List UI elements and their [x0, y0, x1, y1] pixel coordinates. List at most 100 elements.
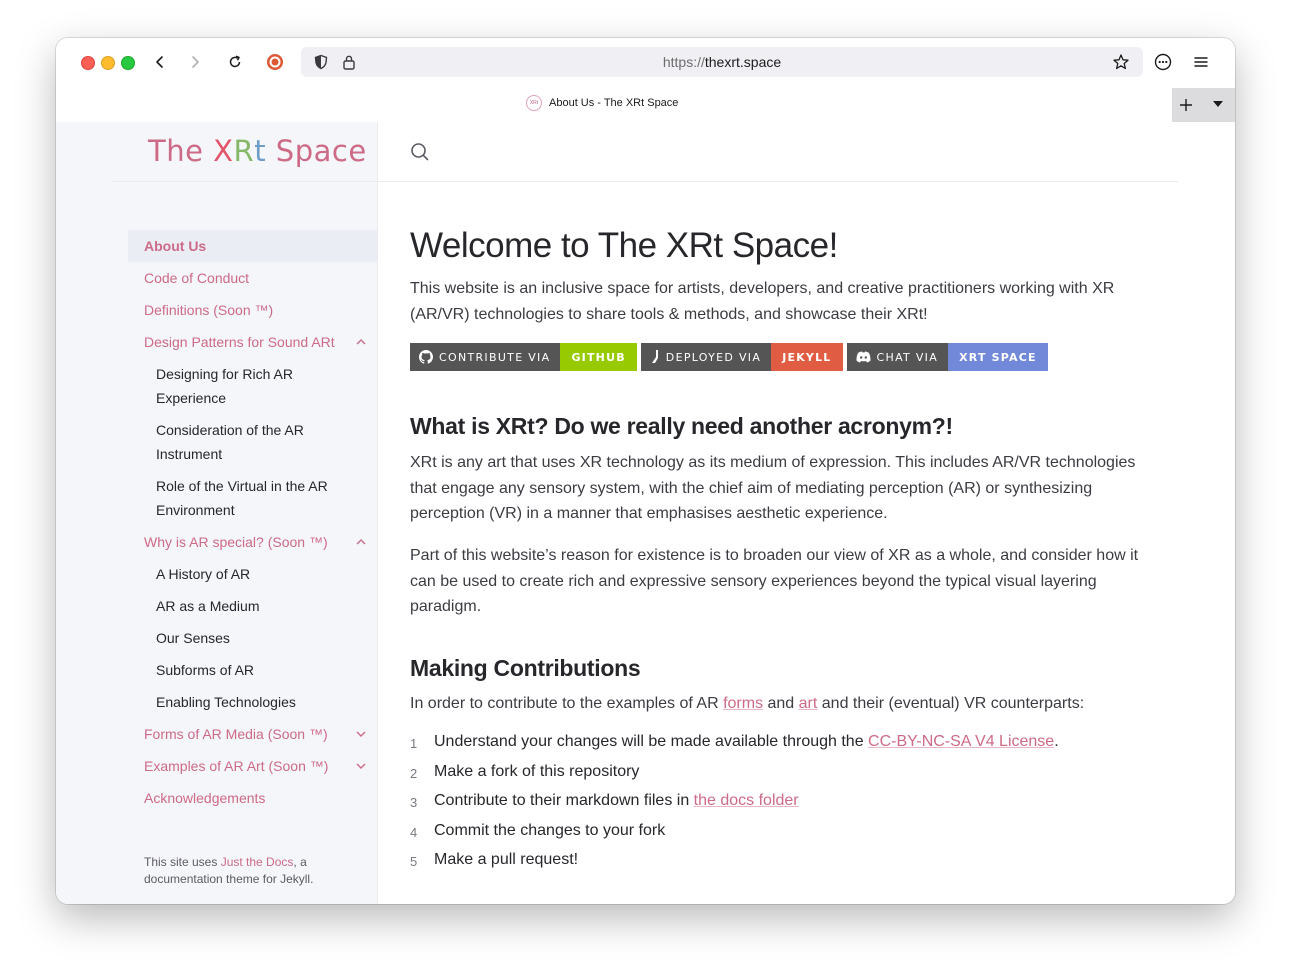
- nav-subitem-ar-instrument[interactable]: Consideration of the AR Instrument: [128, 414, 366, 470]
- discord-icon: [856, 351, 871, 363]
- badge-label: CHAT VIA: [876, 350, 939, 364]
- duckduckgo-icon: [267, 54, 283, 70]
- site-title-t: t: [254, 134, 267, 168]
- badges: CONTRIBUTE VIA GITHUB DEPLOYED VIA JEKYL…: [410, 343, 1048, 371]
- jekyll-badge[interactable]: DEPLOYED VIA JEKYLL: [640, 343, 843, 371]
- chevron-down-icon[interactable]: [355, 760, 367, 772]
- nav-subitem-virtual-in-ar[interactable]: Role of the Virtual in the AR Environmen…: [128, 470, 366, 526]
- extensions-button[interactable]: [1151, 50, 1175, 74]
- list-item-text: Contribute to their markdown files in: [434, 792, 694, 809]
- list-item: 5 Make a pull request!: [410, 850, 1170, 880]
- list-number: 2: [410, 765, 418, 781]
- contrib-text-mid: and: [763, 695, 799, 712]
- nav-item-why-ar-special[interactable]: Why is AR special? (Soon ™): [128, 526, 377, 558]
- contrib-text-pre: In order to contribute to the examples o…: [410, 695, 724, 712]
- search-icon[interactable]: [410, 142, 430, 162]
- duckduckgo-extension-button[interactable]: [263, 50, 287, 74]
- nav-subitem-our-senses[interactable]: Our Senses: [128, 622, 366, 654]
- list-number: 3: [410, 795, 418, 810]
- main-content: Welcome to The XRt Space! This website i…: [378, 122, 1235, 904]
- browser-toolbar: https://thexrt.space: [56, 38, 1235, 86]
- new-tab-plus-icon[interactable]: [1179, 98, 1193, 112]
- what-is-xrt-paragraph: XRt is any art that uses XR technology a…: [410, 454, 1136, 522]
- nav-item-definitions[interactable]: Definitions (Soon ™): [128, 294, 377, 326]
- tab-strip: XRt About Us - The XRt Space: [56, 86, 1235, 122]
- list-item-text: Make a pull request!: [434, 851, 579, 868]
- license-link[interactable]: CC-BY-NC-SA V4 License: [868, 733, 1054, 750]
- nav-subitem-designing-rich-ar[interactable]: Designing for Rich AR Experience: [128, 358, 366, 414]
- badge-value: JEKYLL: [771, 343, 843, 371]
- list-item: 4 Commit the changes to your fork: [410, 821, 1170, 851]
- url-text: https://thexrt.space: [301, 54, 1143, 70]
- search-bar[interactable]: [378, 122, 1178, 182]
- site-title-link[interactable]: The XRt Space: [148, 134, 367, 168]
- nav-item-acknowledgements[interactable]: Acknowledgements: [128, 782, 377, 814]
- zoom-window-button[interactable]: [121, 56, 135, 70]
- badge-value: XRT SPACE: [948, 343, 1048, 371]
- reason-paragraph: Part of this website’s reason for existe…: [410, 547, 1139, 615]
- close-window-button[interactable]: [81, 56, 95, 70]
- forms-link[interactable]: forms: [723, 695, 763, 712]
- footer-text-pre: This site uses: [144, 855, 221, 869]
- minimize-window-button[interactable]: [101, 56, 115, 70]
- contributions-paragraph: In order to contribute to the examples o…: [410, 691, 1155, 717]
- site-title-r: R: [233, 134, 255, 168]
- back-button[interactable]: [148, 50, 172, 74]
- list-number: 5: [410, 854, 418, 869]
- art-link[interactable]: art: [799, 695, 818, 712]
- nav-subitem-history-of-ar[interactable]: A History of AR: [128, 558, 366, 590]
- contribution-steps-list: 1 Understand your changes will be made a…: [410, 732, 1170, 880]
- reload-button[interactable]: [223, 50, 247, 74]
- nav-subitem-enabling-technologies[interactable]: Enabling Technologies: [128, 686, 366, 718]
- nav-item-label: Design Patterns for Sound ARt: [144, 334, 335, 350]
- chevron-right-icon: [192, 56, 199, 68]
- sidebar-footer: This site uses Just the Docs, a document…: [144, 854, 344, 888]
- chevron-up-icon[interactable]: [355, 336, 367, 348]
- section-heading-contributions: Making Contributions: [410, 655, 641, 681]
- nav-subitem-subforms-of-ar[interactable]: Subforms of AR: [128, 654, 366, 686]
- url-scheme: https://: [662, 54, 705, 70]
- tab-title: About Us - The XRt Space: [549, 97, 679, 109]
- list-number: 4: [410, 824, 418, 840]
- list-item: 2 Make a fork of this repository: [410, 762, 1170, 792]
- tab-list-dropdown-icon[interactable]: [1213, 101, 1223, 108]
- nav-item-about-us[interactable]: About Us: [128, 230, 377, 262]
- favicon: XRt: [526, 95, 542, 111]
- hamburger-menu-icon: [1194, 57, 1208, 67]
- github-badge[interactable]: CONTRIBUTE VIA GITHUB: [410, 343, 637, 371]
- list-item-text-post: .: [1054, 733, 1059, 750]
- chevron-up-icon[interactable]: [355, 536, 367, 548]
- tab-actions: [1172, 88, 1235, 122]
- nav-item-label: Examples of AR Art (Soon ™): [144, 758, 329, 774]
- chevron-down-icon[interactable]: [355, 728, 367, 740]
- nav-item-forms-of-ar-media[interactable]: Forms of AR Media (Soon ™): [128, 718, 377, 750]
- divider: [112, 181, 377, 182]
- just-the-docs-link[interactable]: Just the Docs: [221, 855, 294, 869]
- list-item: 1 Understand your changes will be made a…: [410, 732, 1170, 762]
- site-title-x: X: [213, 134, 234, 168]
- sidebar: The XRt Space About Us Code of Conduct D…: [56, 122, 378, 904]
- browser-window: https://thexrt.space XRt About Us - The …: [56, 38, 1235, 904]
- list-item-text: Commit the changes to your fork: [434, 821, 666, 839]
- reload-icon: [229, 55, 241, 68]
- discord-badge[interactable]: CHAT VIA XRT SPACE: [846, 343, 1048, 371]
- tab-active[interactable]: XRt About Us - The XRt Space: [526, 95, 678, 111]
- more-circle-icon: [1154, 53, 1172, 71]
- bookmark-star-icon[interactable]: [1112, 53, 1130, 71]
- jekyll-icon: [651, 350, 658, 363]
- docs-folder-link[interactable]: the docs folder: [694, 792, 799, 809]
- site-title-pre: The: [148, 134, 214, 168]
- github-icon: [419, 350, 433, 364]
- address-bar[interactable]: https://thexrt.space: [301, 47, 1143, 77]
- chevron-left-icon: [156, 56, 163, 68]
- forward-button[interactable]: [183, 50, 207, 74]
- nav-subitem-ar-as-medium[interactable]: AR as a Medium: [128, 590, 366, 622]
- list-item-text: Make a fork of this repository: [434, 762, 640, 780]
- nav-item-examples-of-ar-art[interactable]: Examples of AR Art (Soon ™): [128, 750, 377, 782]
- sidebar-nav: About Us Code of Conduct Definitions (So…: [128, 230, 377, 814]
- site-title-post: Space: [266, 134, 367, 168]
- badge-label: DEPLOYED VIA: [665, 350, 762, 364]
- nav-item-design-patterns[interactable]: Design Patterns for Sound ARt: [128, 326, 377, 358]
- app-menu-button[interactable]: [1189, 50, 1213, 74]
- nav-item-code-of-conduct[interactable]: Code of Conduct: [128, 262, 377, 294]
